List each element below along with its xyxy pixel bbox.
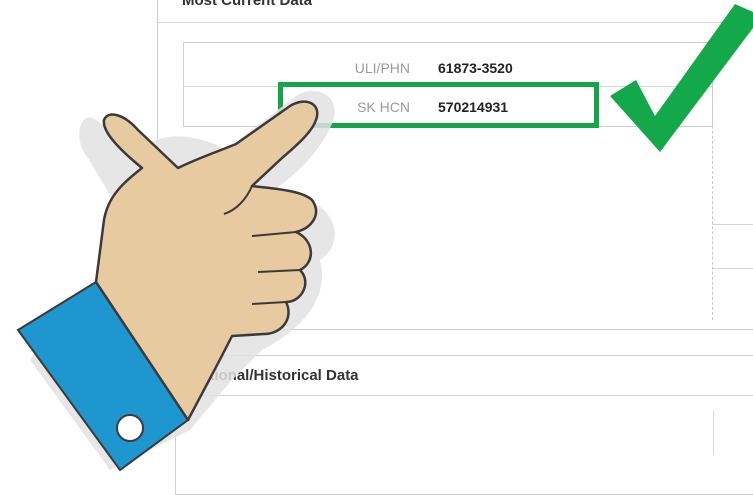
record-screen: Most Current Data ULI/PHN 61873-3520 SK … [0, 0, 753, 495]
check-icon [610, 4, 753, 152]
pointing-hand-icon [16, 90, 335, 472]
annotation-overlay [16, 4, 753, 472]
